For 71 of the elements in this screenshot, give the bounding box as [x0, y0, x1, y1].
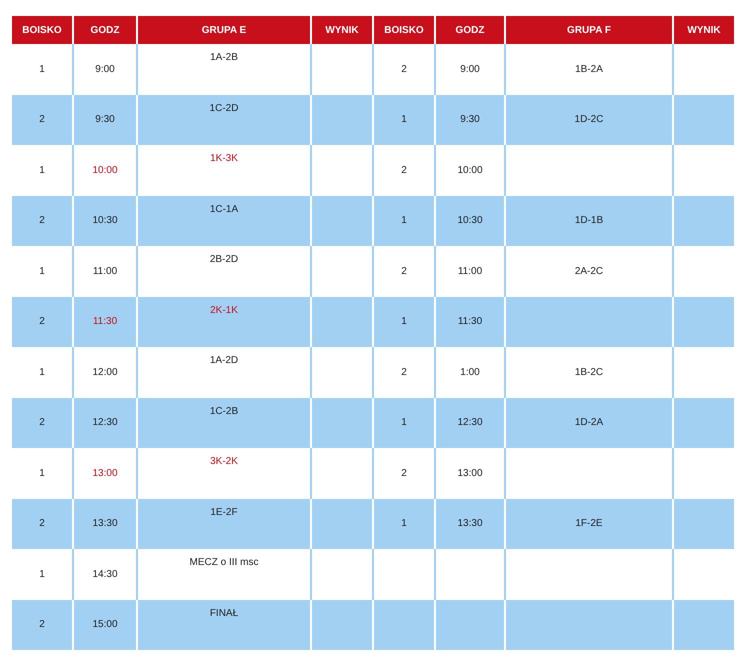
table-cell: 13:00 — [92, 468, 118, 479]
table-cell: 2 — [39, 316, 45, 328]
table-cell: 1E-2F — [210, 506, 238, 518]
table-cell: MECZ o III msc — [190, 557, 258, 568]
table-cell: 1C-2D — [210, 102, 238, 114]
table-cell: 13:30 — [457, 518, 483, 530]
table-cell: 9:00 — [460, 64, 480, 75]
column-header: BOISKO — [22, 24, 62, 36]
table-cell: 1D-2A — [574, 417, 604, 428]
table-cell: 1 — [39, 164, 45, 176]
table-cell: 2 — [39, 417, 45, 428]
column-header: WYNIK — [687, 24, 721, 36]
table-cell: 2K-1K — [210, 304, 238, 316]
table-cell: 1D-1B — [574, 215, 604, 226]
table-cell: 1K-3K — [210, 153, 238, 164]
table-cell: 1 — [401, 417, 407, 428]
table-cell: 11:30 — [92, 316, 118, 328]
column-header: BOISKO — [384, 24, 424, 36]
table-cell: 2 — [39, 215, 45, 226]
table-cell: 2A-2C — [574, 266, 604, 277]
table-cell: 2 — [401, 64, 407, 75]
table-cell: 2 — [401, 266, 407, 277]
table-cell: 9:30 — [460, 114, 480, 126]
table-cell: 1 — [39, 64, 45, 75]
table-cell: 10:30 — [92, 215, 118, 226]
table-cell: 9:30 — [95, 114, 115, 126]
table-cell: 1 — [401, 316, 407, 328]
table-cell: 9:00 — [95, 64, 115, 75]
table-cell: 11:00 — [458, 266, 482, 277]
table-cell: 1F-2E — [575, 518, 603, 530]
table-cell: 10:00 — [92, 164, 118, 176]
table-cell: 15:00 — [92, 619, 118, 630]
table-cell: 3K-2K — [210, 456, 238, 467]
table-cell: 13:30 — [92, 518, 118, 530]
table-cell: 2 — [39, 518, 45, 530]
table-cell: 1A-2B — [210, 52, 238, 63]
table-cell: FINAŁ — [210, 608, 238, 618]
table-cell: 1 — [39, 568, 45, 580]
column-header: GODZ — [90, 24, 120, 36]
column-header: WYNIK — [325, 24, 359, 36]
table-cell: 11:30 — [458, 316, 482, 328]
table-cell: 12:00 — [92, 366, 118, 378]
column-header: GODZ — [456, 24, 484, 36]
table-cell: 1 — [39, 366, 45, 378]
table-cell: 13:00 — [457, 468, 483, 479]
table-cell: 1 — [39, 468, 45, 479]
table-cell: 1D-2C — [574, 114, 604, 126]
table-cell: 11:00 — [92, 266, 118, 277]
table-cell: 1C-1A — [210, 204, 238, 214]
table-cell: 12:30 — [92, 417, 118, 428]
table-cell: 14:30 — [92, 568, 118, 580]
table-cell: 10:00 — [457, 164, 483, 176]
table-cell: 1:00 — [460, 366, 480, 378]
table-cell: 2 — [39, 114, 45, 126]
table-cell: 1 — [401, 518, 407, 530]
column-header: GRUPA F — [567, 24, 611, 36]
table-cell: 2 — [401, 164, 407, 176]
table-cell: 2 — [401, 468, 407, 479]
table-cell: 1C-2B — [210, 406, 238, 416]
table-cell: 2 — [39, 619, 45, 630]
table-cell: 2B-2D — [210, 254, 238, 265]
table-cell: 1B-2A — [575, 64, 603, 75]
table-cell: 1 — [401, 215, 407, 226]
column-header: GRUPA E — [202, 24, 246, 36]
table-cell: 1A-2D — [210, 355, 238, 366]
table-cell: 12:30 — [457, 417, 483, 428]
table-cell: 1 — [39, 266, 45, 277]
table-cell: 1 — [401, 114, 407, 126]
table-cell: 10:30 — [457, 215, 483, 226]
table-cell: 1B-2C — [574, 366, 604, 378]
table-cell: 2 — [401, 366, 407, 378]
